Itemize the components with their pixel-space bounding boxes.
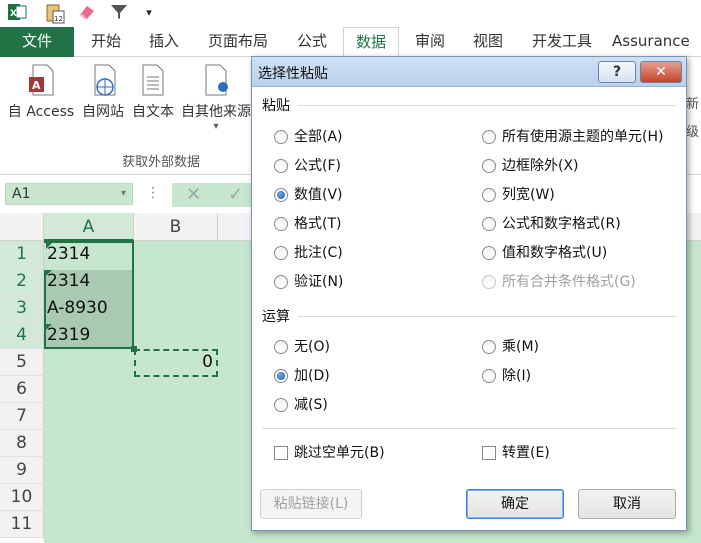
help-button[interactable]: ? (598, 61, 636, 83)
paste-special-dialog: 选择性粘贴 ? ✕ 粘贴 全部(A) 公式(F) 数值(V) 格式(T) 批注(… (251, 56, 687, 531)
error-indicator-icon (46, 324, 52, 330)
tab-home[interactable]: 开始 (78, 27, 134, 57)
svg-text:A: A (32, 79, 41, 92)
tab-page-layout[interactable]: 页面布局 (198, 27, 278, 57)
from-text-label: 自文本 (132, 104, 174, 120)
svg-text:X: X (10, 9, 17, 19)
row-header-7[interactable]: 7 (0, 403, 44, 430)
quick-access-toolbar: X 12 ▾ (0, 0, 701, 27)
from-access-label: 自 Access (7, 104, 75, 120)
from-other-sources-button[interactable]: 自其他来源 ▾ (180, 63, 252, 132)
tab-file[interactable]: 文件 (0, 27, 74, 57)
ribbon-tabs: 文件 开始 插入 页面布局 公式 数据 审阅 视图 开发工具 Assurance (0, 27, 701, 57)
close-button[interactable]: ✕ (640, 61, 682, 83)
dialog-title: 选择性粘贴 (258, 66, 328, 82)
from-web-label: 自网站 (82, 104, 124, 120)
confirm-entry-icon[interactable]: ✓ (228, 184, 243, 205)
cell-a3[interactable]: A-8930 (44, 295, 134, 322)
row-header-1[interactable]: 1 (0, 241, 44, 268)
close-icon: ✕ (655, 64, 667, 80)
row-header-11[interactable]: 11 (0, 511, 44, 538)
ok-button[interactable]: 确定 (466, 489, 564, 519)
separator (298, 316, 676, 317)
cancel-button[interactable]: 取消 (578, 489, 676, 519)
dialog-title-bar[interactable]: 选择性粘贴 ? ✕ (252, 57, 686, 87)
paste-section-label: 粘贴 (262, 98, 290, 114)
excel-icon[interactable]: X (6, 2, 28, 24)
tab-insert[interactable]: 插入 (138, 27, 190, 57)
row-header-6[interactable]: 6 (0, 376, 44, 403)
formula-bar-buttons: ✕ ✓ (172, 183, 252, 207)
separator (298, 105, 676, 106)
row-header-9[interactable]: 9 (0, 457, 44, 484)
filter-icon[interactable] (108, 2, 130, 24)
column-header-a[interactable]: A (44, 213, 134, 241)
error-indicator-icon (46, 270, 52, 276)
row-header-10[interactable]: 10 (0, 484, 44, 511)
group-label-external-data: 获取外部数据 (122, 155, 201, 170)
ribbon-partial-text-2: 级 (686, 125, 700, 140)
text-file-icon (142, 64, 164, 96)
tab-assurance[interactable]: Assurance (612, 27, 701, 57)
name-box-dropdown-icon[interactable]: ▾ (121, 184, 126, 204)
select-all-corner[interactable] (0, 213, 44, 241)
web-icon (94, 64, 116, 96)
ribbon-partial-text-1: 新 (686, 97, 700, 112)
customize-qat-icon[interactable]: ▾ (138, 2, 160, 24)
tab-review[interactable]: 审阅 (404, 27, 456, 57)
from-web-button[interactable]: 自网站 (78, 63, 128, 121)
formula-bar-grip-icon: ⋮ (146, 185, 160, 201)
row-header-4[interactable]: 4 (0, 322, 44, 349)
tab-developer[interactable]: 开发工具 (522, 27, 602, 57)
cell-a1[interactable]: 2314 (44, 241, 134, 268)
cell-a2[interactable]: 2314 (44, 268, 134, 295)
from-text-button[interactable]: 自文本 (128, 63, 178, 121)
tab-view[interactable]: 视图 (462, 27, 514, 57)
cancel-entry-icon[interactable]: ✕ (186, 184, 201, 205)
row-header-5[interactable]: 5 (0, 349, 44, 376)
separator (262, 428, 676, 429)
other-sources-icon (205, 64, 228, 96)
help-icon: ? (612, 64, 622, 80)
dropdown-arrow-icon: ▾ (213, 121, 219, 132)
paste-icon[interactable]: 12 (44, 2, 66, 24)
operation-section-label: 运算 (262, 309, 290, 325)
row-header-3[interactable]: 3 (0, 295, 44, 322)
tab-data[interactable]: 数据 (343, 27, 399, 57)
cell-a4[interactable]: 2319 (44, 322, 134, 349)
eraser-icon[interactable] (76, 2, 98, 24)
from-other-label: 自其他来源 (181, 104, 251, 120)
row-header-8[interactable]: 8 (0, 430, 44, 457)
access-icon: A (29, 64, 54, 96)
svg-text:12: 12 (54, 15, 63, 23)
error-indicator-icon (46, 243, 52, 249)
tab-formulas[interactable]: 公式 (286, 27, 338, 57)
name-box[interactable]: A1 ▾ (5, 183, 133, 205)
paste-link-button: 粘贴链接(L) (260, 489, 362, 519)
column-header-b[interactable]: B (134, 213, 218, 241)
cell-b5[interactable]: 0 (134, 349, 216, 376)
from-access-button[interactable]: A 自 Access (4, 63, 78, 121)
row-header-2[interactable]: 2 (0, 268, 44, 295)
name-box-value: A1 (12, 186, 31, 202)
